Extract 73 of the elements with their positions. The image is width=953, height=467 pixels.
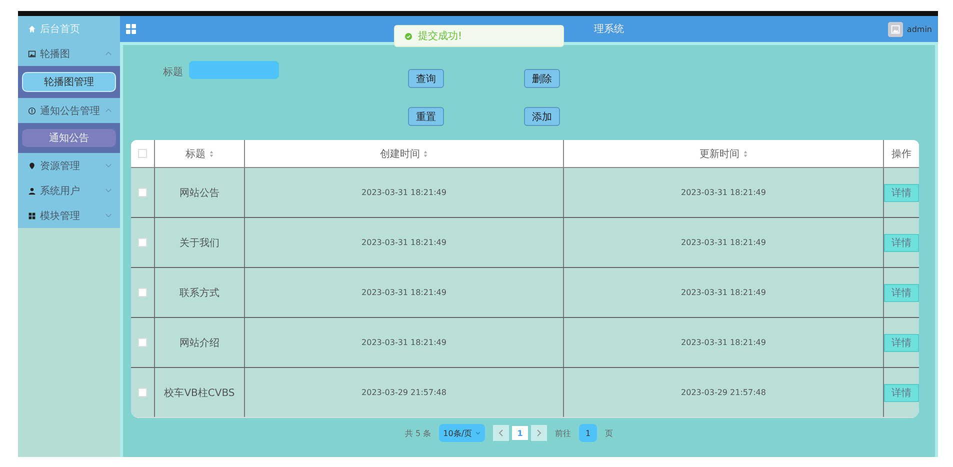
avatar-icon[interactable] [888,22,903,36]
grid-icon [28,212,36,220]
detail-button[interactable]: 详情 [884,384,919,402]
action-button[interactable]: 添加 [524,107,560,126]
action-button[interactable]: 删除 [524,69,560,88]
caret-icon [475,431,482,435]
column-header[interactable]: 操作 [884,140,919,167]
image-icon [28,50,36,58]
row-checkbox[interactable] [138,388,147,397]
table-cell: 网站公告 [155,168,245,217]
menu-label: 轮播图 [40,48,71,60]
next-page-icon[interactable] [531,425,548,441]
menu-label: 系统用户 [40,184,81,198]
page-number[interactable]: 1 [512,426,528,440]
sort-icon[interactable] [742,150,748,158]
page-input[interactable]: 1 [579,424,598,442]
column-header[interactable]: 创建时间 [245,140,564,167]
detail-button[interactable]: 详情 [884,334,919,352]
table-cell: 2023-03-31 18:21:49 [245,218,564,267]
submenu-item[interactable]: 轮播图管理 [22,72,116,92]
column-header[interactable]: 标题 [155,140,245,167]
menu-item[interactable]: 资源管理 [18,153,120,178]
menu-label: 模块管理 [40,210,81,222]
menu-label: 后台首页 [40,22,81,36]
check-icon [405,32,412,40]
username: admin [906,24,932,34]
column-header[interactable]: 更新时间 [564,140,884,167]
info-icon [28,106,36,114]
prev-page-icon[interactable] [493,425,510,441]
sort-icon[interactable] [423,150,428,158]
table-cell: 2023-03-31 18:21:49 [245,168,564,217]
row-checkbox[interactable] [138,288,147,297]
chevron-icon [105,51,112,56]
select-all-checkbox[interactable] [138,149,147,158]
detail-button[interactable]: 详情 [884,184,919,202]
detail-button[interactable]: 详情 [884,284,919,302]
chevron-icon [105,163,112,168]
action-button[interactable]: 重置 [408,107,444,126]
field-label: 标题 [163,66,184,79]
pin-icon [28,162,36,170]
page-size-select[interactable]: 10条/页 [439,424,486,442]
table-cell: 校车VB柱CVBS [155,368,245,417]
table-cell: 网站介绍 [155,318,245,367]
menu-item[interactable]: 系统用户 [18,178,120,203]
page-suffix: 页 [605,428,614,438]
menu-item[interactable]: 轮播图 [18,41,120,66]
table-cell: 关于我们 [155,218,245,267]
total-count: 共 5 条 [404,428,432,438]
table-cell: 联系方式 [155,268,245,317]
row-checkbox[interactable] [138,238,147,247]
user-icon [28,186,36,194]
menu-item[interactable]: 模块管理 [18,203,120,228]
menu-label: 资源管理 [40,160,81,172]
goto-label: 前往 [555,428,572,438]
chevron-icon [105,108,112,113]
menu-item[interactable]: 通知公告管理 [18,98,120,123]
menu-label: 通知公告管理 [40,104,101,118]
toast-text: 提交成功! [418,30,462,43]
home-icon [28,24,36,32]
menu-icon[interactable] [126,24,136,34]
table-cell: 2023-03-31 18:21:49 [245,268,564,317]
detail-button[interactable]: 详情 [884,234,919,252]
title-input[interactable] [189,61,279,79]
table-cell: 2023-03-29 21:57:48 [245,368,564,417]
action-button[interactable]: 查询 [408,69,444,88]
row-checkbox[interactable] [138,338,147,347]
chevron-icon [105,213,112,218]
submenu-item[interactable]: 通知公告 [22,129,116,147]
table-cell: 2023-03-31 18:21:49 [245,318,564,367]
app-title: 理系统 [594,22,625,36]
sort-icon[interactable] [208,150,214,158]
chevron-icon [105,188,112,193]
row-checkbox[interactable] [138,188,147,197]
